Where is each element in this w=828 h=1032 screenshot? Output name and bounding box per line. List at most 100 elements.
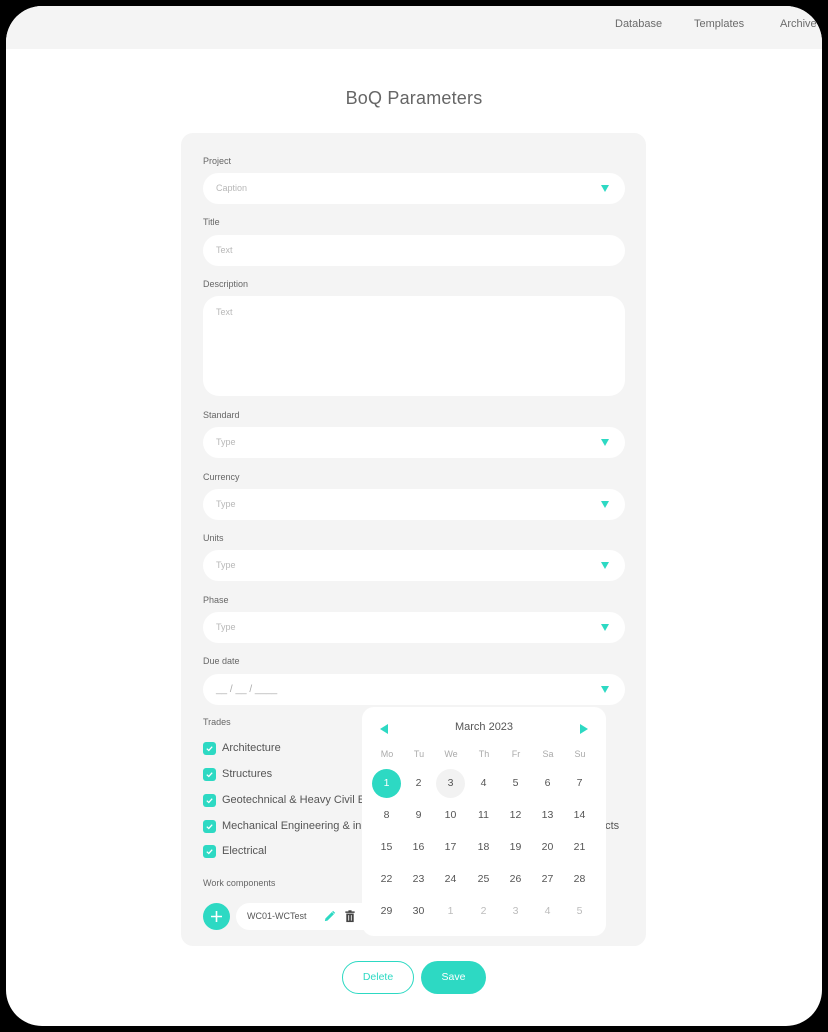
weekday-header: Th xyxy=(478,749,490,759)
calendar-day[interactable]: 16 xyxy=(404,833,433,862)
calendar-day[interactable]: 2 xyxy=(469,897,498,926)
calendar-day[interactable]: 5 xyxy=(501,769,530,798)
trade-checkbox-architecture[interactable]: Architecture xyxy=(203,741,281,755)
calendar-day[interactable]: 29 xyxy=(372,897,401,926)
description-textarea[interactable]: Text xyxy=(203,296,625,396)
calendar-day[interactable]: 17 xyxy=(436,833,465,862)
phase-select[interactable]: Type xyxy=(203,612,625,643)
phase-label: Phase xyxy=(203,595,229,605)
app-window: Database Templates Archive BoQ Parameter… xyxy=(6,6,822,1026)
trash-icon[interactable] xyxy=(344,910,356,923)
due-date-label: Due date xyxy=(203,656,240,666)
save-button[interactable]: Save xyxy=(421,961,486,994)
calendar-day[interactable]: 9 xyxy=(404,801,433,830)
project-label: Project xyxy=(203,156,232,166)
calendar-day[interactable]: 4 xyxy=(469,769,498,798)
edit-pencil-icon[interactable] xyxy=(323,910,336,923)
weekday-header: Su xyxy=(574,749,586,759)
checkbox-checked-icon[interactable] xyxy=(203,767,216,781)
checkbox-checked-icon[interactable] xyxy=(203,793,216,807)
calendar-day[interactable]: 3 xyxy=(436,769,465,798)
calendar-day[interactable]: 11 xyxy=(469,801,498,830)
checkbox-checked-icon[interactable] xyxy=(203,741,216,755)
calendar-day[interactable]: 6 xyxy=(533,769,562,798)
page-title: BoQ Parameters xyxy=(345,88,483,108)
trade-label: Mechanical Engineering & in xyxy=(222,820,362,832)
weekday-header: Mo xyxy=(380,749,394,759)
calendar-day[interactable]: 28 xyxy=(565,865,594,894)
calendar-day[interactable]: 7 xyxy=(565,769,594,798)
calendar-day[interactable]: 21 xyxy=(565,833,594,862)
top-navigation-bar: Database Templates Archive xyxy=(6,6,822,49)
dropdown-caret-icon xyxy=(601,624,609,631)
calendar-day[interactable]: 3 xyxy=(501,897,530,926)
date-picker-popup: March 2023 Mo Tu We Th Fr Sa Su 1 2 3 4 5 6 7 8 9 10 11 1… xyxy=(362,707,606,936)
standard-placeholder: Type xyxy=(216,437,236,447)
description-placeholder: Text xyxy=(216,307,233,317)
dropdown-caret-icon xyxy=(601,562,609,569)
checkbox-checked-icon[interactable] xyxy=(203,819,216,833)
trade-label: Electrical xyxy=(222,845,267,857)
title-input[interactable]: Text xyxy=(203,235,625,266)
due-date-placeholder: __ / __ / ____ xyxy=(216,684,278,695)
calendar-day[interactable]: 23 xyxy=(404,865,433,894)
calendar-day[interactable]: 18 xyxy=(469,833,498,862)
work-component-name: WC01-WCTest xyxy=(247,911,307,921)
weekday-header: Tu xyxy=(413,749,425,759)
project-placeholder: Caption xyxy=(216,183,248,193)
calendar-day[interactable]: 4 xyxy=(533,897,562,926)
calendar-day[interactable]: 8 xyxy=(372,801,401,830)
trade-label: Geotechnical & Heavy Civil E xyxy=(222,794,366,806)
calendar-day[interactable]: 2 xyxy=(404,769,433,798)
delete-button[interactable]: Delete xyxy=(342,961,414,994)
checkbox-checked-icon[interactable] xyxy=(203,844,216,858)
weekday-header: Sa xyxy=(542,749,554,759)
next-month-arrow-icon[interactable] xyxy=(580,724,588,734)
currency-select[interactable]: Type xyxy=(203,489,625,520)
description-label: Description xyxy=(203,279,249,289)
work-component-chip[interactable]: WC01-WCTest xyxy=(236,903,376,930)
trade-checkbox-mechanical[interactable]: Mechanical Engineering & in xyxy=(203,819,361,833)
work-components-label: Work components xyxy=(203,878,276,888)
currency-placeholder: Type xyxy=(216,499,236,509)
calendar-day[interactable]: 5 xyxy=(565,897,594,926)
standard-label: Standard xyxy=(203,410,240,420)
add-work-component-button[interactable] xyxy=(203,903,230,930)
calendar-day[interactable]: 30 xyxy=(404,897,433,926)
weekday-header: We xyxy=(444,749,458,759)
units-select[interactable]: Type xyxy=(203,550,625,581)
dropdown-caret-icon xyxy=(601,501,609,508)
calendar-day[interactable]: 27 xyxy=(533,865,562,894)
project-select[interactable]: Caption xyxy=(203,173,625,204)
calendar-day[interactable]: 12 xyxy=(501,801,530,830)
nav-templates[interactable]: Templates xyxy=(694,18,744,30)
calendar-day-selected[interactable]: 1 xyxy=(372,769,401,798)
calendar-day[interactable]: 25 xyxy=(469,865,498,894)
due-date-input[interactable]: __ / __ / ____ xyxy=(203,674,625,705)
calendar-day[interactable]: 15 xyxy=(372,833,401,862)
calendar-day[interactable]: 19 xyxy=(501,833,530,862)
calendar-month-label: March 2023 xyxy=(454,721,514,733)
calendar-day[interactable]: 10 xyxy=(436,801,465,830)
plus-icon xyxy=(211,911,222,922)
trade-checkbox-geotechnical[interactable]: Geotechnical & Heavy Civil E xyxy=(203,793,365,807)
calendar-day[interactable]: 22 xyxy=(372,865,401,894)
calendar-day[interactable]: 20 xyxy=(533,833,562,862)
trade-label: Structures xyxy=(222,768,273,780)
calendar-toggle-caret-icon[interactable] xyxy=(601,686,609,693)
dropdown-caret-icon xyxy=(601,185,609,192)
trade-checkbox-structures[interactable]: Structures xyxy=(203,767,272,781)
title-placeholder: Text xyxy=(216,245,233,255)
weekday-header: Fr xyxy=(511,749,521,759)
standard-select[interactable]: Type xyxy=(203,427,625,458)
calendar-day[interactable]: 1 xyxy=(436,897,465,926)
calendar-day[interactable]: 13 xyxy=(533,801,562,830)
calendar-day[interactable]: 14 xyxy=(565,801,594,830)
units-placeholder: Type xyxy=(216,560,236,570)
calendar-day[interactable]: 24 xyxy=(436,865,465,894)
phase-placeholder: Type xyxy=(216,622,236,632)
trade-checkbox-electrical[interactable]: Electrical xyxy=(203,844,267,858)
nav-archive[interactable]: Archive xyxy=(780,18,817,30)
calendar-day[interactable]: 26 xyxy=(501,865,530,894)
nav-database[interactable]: Database xyxy=(615,18,662,30)
